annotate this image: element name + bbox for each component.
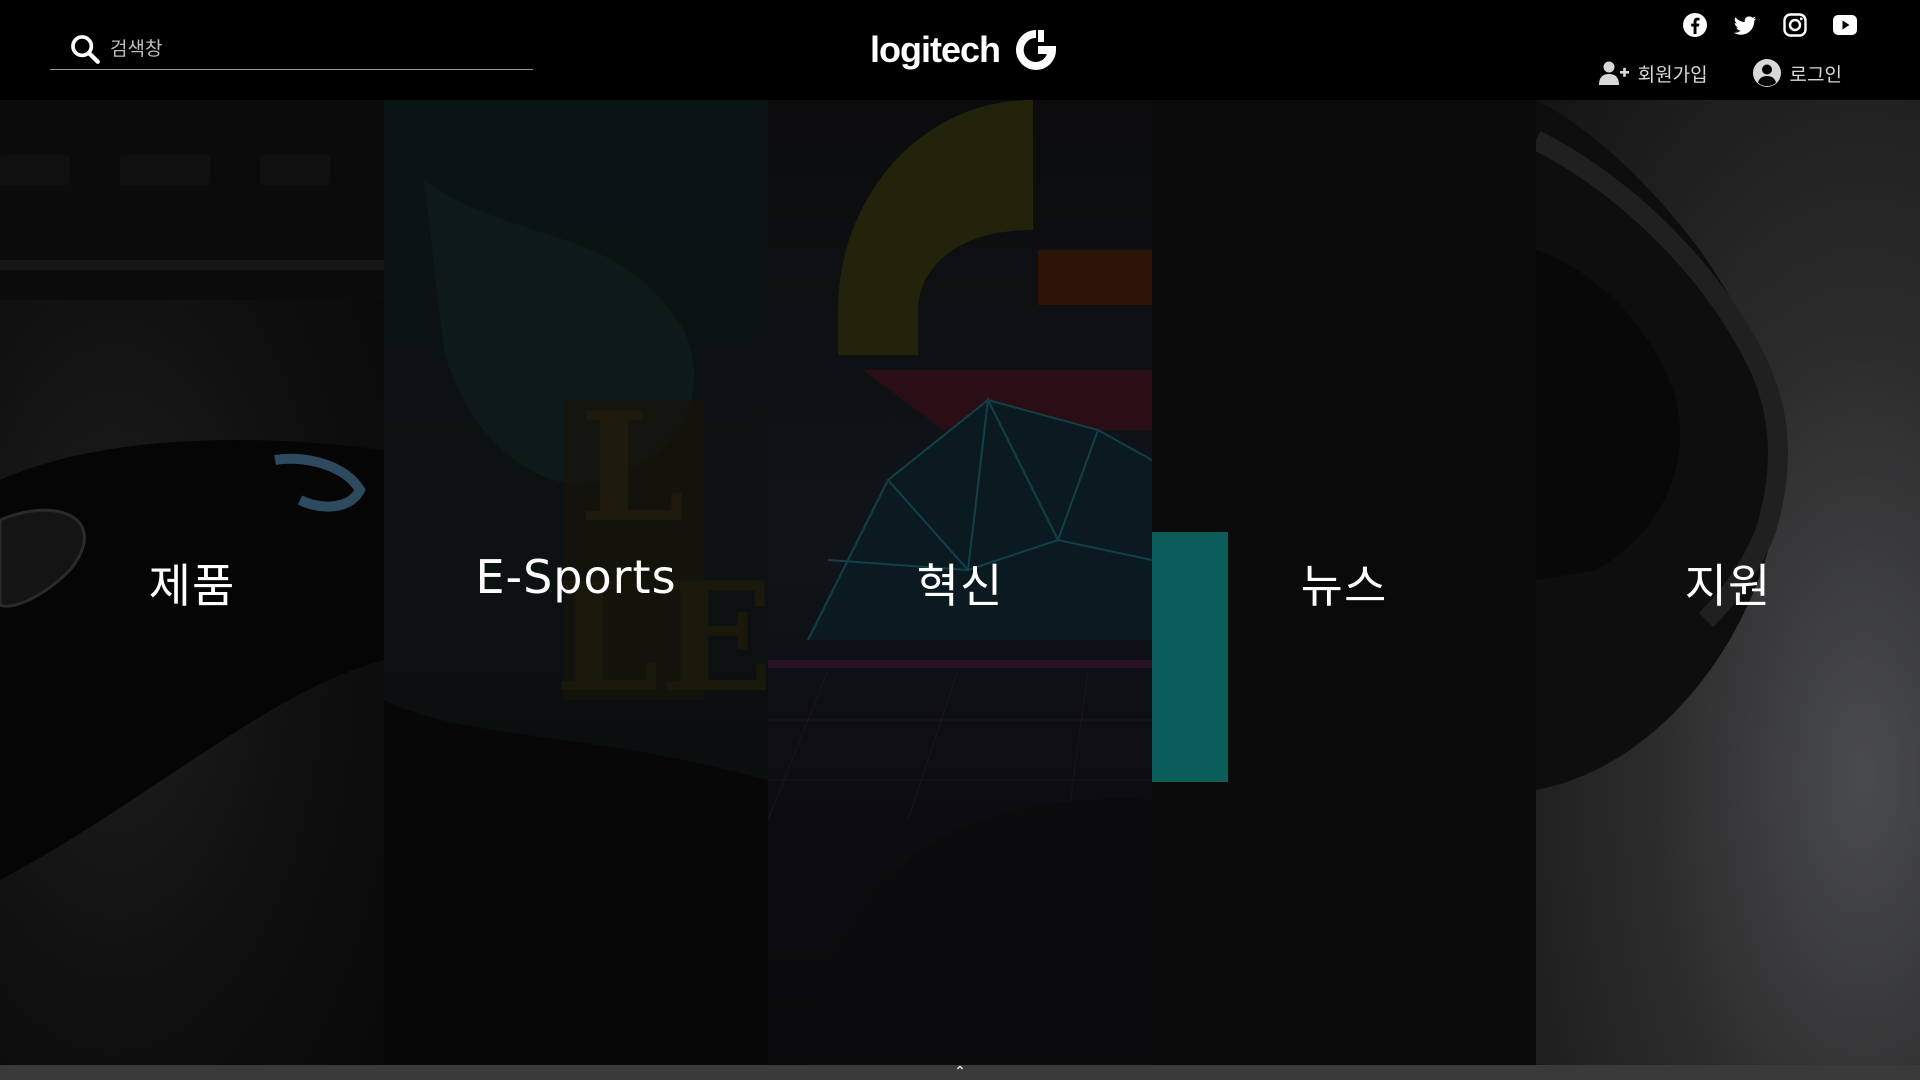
logitech-g-icon <box>1016 30 1057 70</box>
login-label: 로그인 <box>1789 63 1842 86</box>
svg-text:L: L <box>579 380 684 556</box>
panel-innovation[interactable]: 혁신 <box>768 100 1152 1065</box>
add-user-icon <box>1598 61 1629 85</box>
signup-link[interactable]: 회원가입 <box>1598 58 1708 88</box>
search-bar[interactable] <box>50 28 533 70</box>
logo-text: logitech <box>870 29 1001 70</box>
panel-esports[interactable]: L LE E-Sports <box>384 100 768 1065</box>
logitech-logo[interactable]: logitech <box>870 24 1060 76</box>
panel-label: E-Sports <box>475 550 677 604</box>
search-input[interactable] <box>110 37 510 60</box>
panel-support[interactable]: 지원 <box>1536 100 1920 1065</box>
login-link[interactable]: 로그인 <box>1752 58 1842 88</box>
panel-label: 뉴스 <box>1300 559 1388 613</box>
search-icon[interactable] <box>68 32 102 66</box>
signup-label: 회원가입 <box>1637 63 1708 86</box>
facebook-icon[interactable] <box>1682 12 1708 38</box>
panel-label: 혁신 <box>916 559 1004 613</box>
panel-products[interactable]: 제품 <box>0 100 384 1065</box>
panel-label: 지원 <box>1684 559 1772 613</box>
category-panels: 제품 L LE E-Sports 혁신 뉴스 지원 <box>0 100 1920 1065</box>
twitter-icon[interactable] <box>1732 12 1758 38</box>
panel-news[interactable]: 뉴스 <box>1152 100 1536 1065</box>
user-circle-icon <box>1752 59 1781 87</box>
panel-label: 제품 <box>148 559 236 613</box>
bottom-bar: ⌃ <box>0 1065 1920 1080</box>
instagram-icon[interactable] <box>1782 12 1808 38</box>
chevron-up-icon[interactable]: ⌃ <box>954 1065 966 1080</box>
social-links <box>1682 12 1858 38</box>
site-header: logitech 회원가입 <box>0 0 1920 100</box>
account-links: 회원가입 로그인 <box>1598 58 1842 88</box>
youtube-icon[interactable] <box>1832 12 1858 38</box>
